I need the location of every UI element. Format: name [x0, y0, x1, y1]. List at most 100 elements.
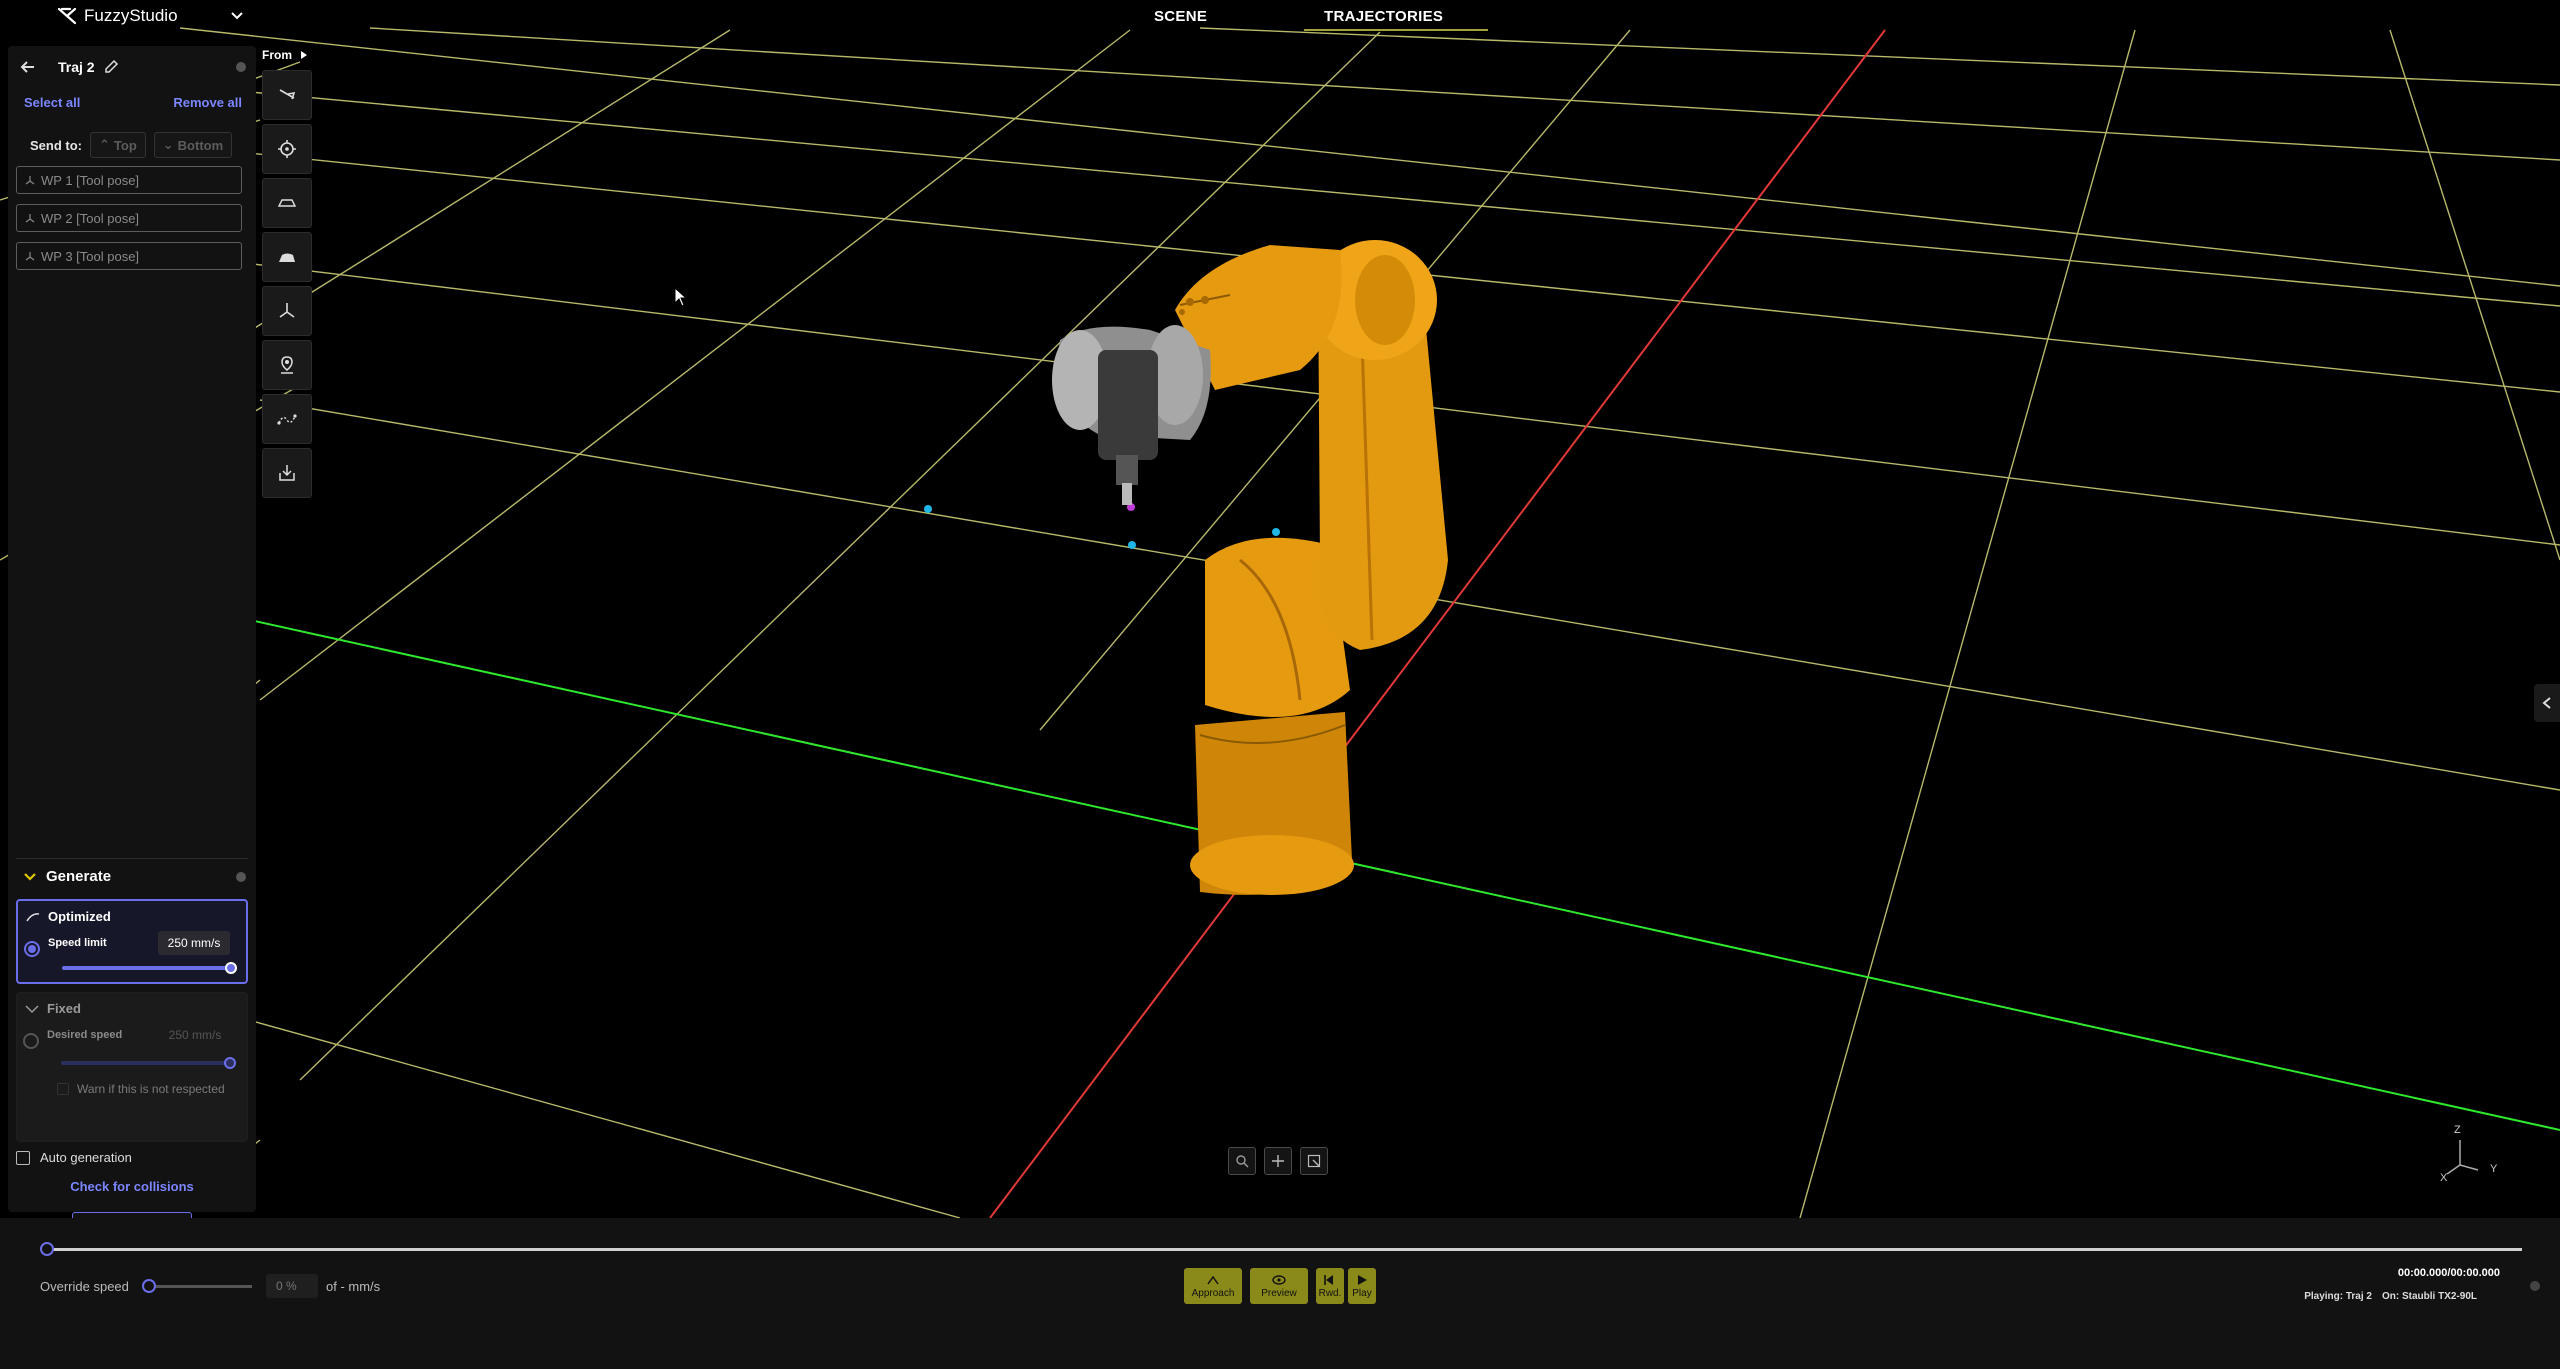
- back-arrow-icon[interactable]: [18, 57, 38, 77]
- desired-speed-slider[interactable]: [61, 1057, 236, 1069]
- focus-selection-button[interactable]: [1300, 1147, 1328, 1175]
- tab-trajectories[interactable]: TRAJECTORIES: [1303, 8, 1489, 31]
- slider-knob[interactable]: [224, 1057, 236, 1069]
- fixed-label: Fixed: [47, 1001, 81, 1016]
- tool-pose-icon: [25, 252, 35, 261]
- approach-button[interactable]: Approach: [1184, 1268, 1242, 1304]
- cursor-icon: [279, 89, 296, 100]
- pencil-icon[interactable]: [103, 59, 119, 75]
- path-icon: [277, 414, 297, 425]
- tool-pose-icon: [25, 214, 35, 223]
- arrow-up-icon: ⌃: [99, 137, 110, 152]
- send-top-button[interactable]: ⌃ Top: [90, 132, 146, 158]
- zoom-fit-button[interactable]: [1228, 1147, 1256, 1175]
- playing-trajectory: Playing: Traj 2: [2304, 1291, 2372, 1302]
- surface-tool-button[interactable]: [262, 232, 312, 282]
- generate-section-header[interactable]: Generate: [24, 868, 246, 885]
- preview-label: Preview: [1261, 1287, 1297, 1299]
- play-triangle-icon: [301, 51, 307, 59]
- scene-canvas[interactable]: [0, 0, 2560, 1218]
- speed-limit-slider[interactable]: [62, 962, 237, 974]
- import-icon: [279, 465, 295, 481]
- override-speed-label: Override speed: [40, 1279, 129, 1294]
- location-tool-button[interactable]: [262, 340, 312, 390]
- chevron-down-icon: [24, 872, 36, 881]
- path-tool-button[interactable]: [262, 394, 312, 444]
- location-pin-icon: [281, 356, 293, 374]
- optimized-radio[interactable]: [24, 941, 40, 957]
- trajectory-panel: Traj 2 Select all Remove all Send to: ⌃ …: [8, 46, 256, 1240]
- timeline-slider[interactable]: [40, 1242, 2522, 1256]
- arrow-down-icon: ⌄: [162, 137, 174, 152]
- target-tool-button[interactable]: [262, 124, 312, 174]
- auto-generation-checkbox[interactable]: [16, 1150, 30, 1165]
- center-view-button[interactable]: [1264, 1147, 1292, 1175]
- from-label: From: [262, 48, 292, 62]
- axis-y-label: Y: [2490, 1163, 2498, 1175]
- fixed-radio[interactable]: [23, 1033, 39, 1049]
- rewind-icon: [1324, 1274, 1333, 1285]
- waypoint-item[interactable]: WP 1 [Tool pose]: [16, 166, 242, 194]
- plane-icon: [277, 199, 297, 207]
- app-name: FuzzyStudio: [84, 6, 178, 25]
- axes-icon: [279, 303, 295, 318]
- axes-tool-button[interactable]: [262, 286, 312, 336]
- rewind-label: Rwd.: [1318, 1287, 1342, 1299]
- override-knob[interactable]: [142, 1279, 156, 1293]
- timeline-knob[interactable]: [40, 1242, 54, 1256]
- robot-name: On: Staubli TX2-90L: [2381, 1291, 2477, 1302]
- auto-generation-label: Auto generation: [40, 1150, 132, 1165]
- crosshair-icon: [1272, 1155, 1284, 1167]
- optimized-label: Optimized: [48, 909, 111, 924]
- waypoint-item[interactable]: WP 3 [Tool pose]: [16, 242, 242, 270]
- robot-arm[interactable]: [1052, 240, 1448, 895]
- desired-speed-input[interactable]: 250 mm/s: [159, 1023, 231, 1047]
- select-all-link[interactable]: Select all: [24, 95, 80, 110]
- warn-checkbox[interactable]: [57, 1083, 69, 1095]
- right-panel-toggle[interactable]: [2534, 684, 2560, 722]
- optimized-option-card[interactable]: Optimized Speed limit 250 mm/s: [16, 899, 248, 984]
- preview-button[interactable]: Preview: [1250, 1268, 1308, 1304]
- override-speed-slider[interactable]: [142, 1279, 252, 1293]
- speed-limit-input[interactable]: 250 mm/s: [158, 931, 230, 955]
- remove-all-link[interactable]: Remove all: [173, 95, 242, 110]
- info-icon[interactable]: [2530, 1281, 2540, 1291]
- send-bottom-button[interactable]: ⌄ Bottom: [153, 132, 233, 158]
- app-logo[interactable]: FuzzyStudio: [56, 5, 178, 27]
- tool-pose-icon: [25, 176, 35, 185]
- play-button[interactable]: Play: [1348, 1268, 1376, 1304]
- chevron-down-icon[interactable]: [228, 6, 246, 24]
- panel-header: Traj 2: [18, 54, 246, 80]
- chevron-down-icon: [25, 1004, 39, 1013]
- curve-icon: [26, 912, 40, 921]
- play-icon: [1358, 1274, 1367, 1285]
- optimized-title: Optimized: [26, 909, 111, 924]
- desired-speed-label: Desired speed: [47, 1029, 123, 1041]
- target-icon: [278, 140, 296, 158]
- rewind-button[interactable]: Rwd.: [1316, 1268, 1344, 1304]
- cursor-tool-button[interactable]: [262, 70, 312, 120]
- info-icon[interactable]: [236, 62, 246, 72]
- approach-icon: [1207, 1275, 1219, 1284]
- info-icon[interactable]: [236, 871, 246, 882]
- check-collisions-link[interactable]: Check for collisions: [8, 1179, 256, 1194]
- 3d-viewport[interactable]: Z X Y: [0, 0, 2560, 1218]
- override-speed-unit: of - mm/s: [326, 1279, 381, 1294]
- import-tool-button[interactable]: [262, 448, 312, 498]
- tab-scene[interactable]: SCENE: [1154, 8, 1207, 25]
- waypoint-label: WP 3 [Tool pose]: [41, 248, 140, 264]
- auto-generation-row[interactable]: Auto generation: [16, 1150, 132, 1165]
- slider-knob[interactable]: [225, 962, 237, 974]
- fixed-option-card[interactable]: Fixed Desired speed 250 mm/s Warn if thi…: [16, 992, 248, 1142]
- playback-time: 00:00.000/00:00.000: [2397, 1267, 2500, 1279]
- play-label: Play: [1352, 1287, 1372, 1299]
- send-bottom-label: Bottom: [177, 137, 224, 153]
- waypoint-item[interactable]: WP 2 [Tool pose]: [16, 204, 242, 232]
- plane-tool-button[interactable]: [262, 178, 312, 228]
- magnifier-icon: [1236, 1155, 1249, 1168]
- axis-x-label: X: [2440, 1172, 2448, 1184]
- override-speed-input[interactable]: 0 %: [266, 1274, 318, 1298]
- from-selector[interactable]: From: [262, 48, 308, 62]
- waypoint-label: WP 2 [Tool pose]: [41, 210, 140, 226]
- mouse-cursor-icon: [674, 287, 688, 307]
